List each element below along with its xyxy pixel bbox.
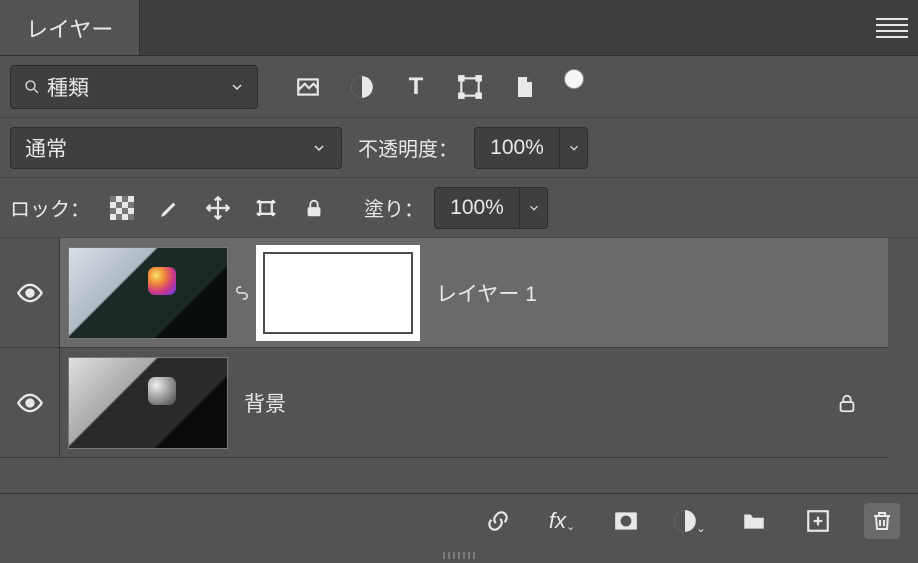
smartobject-filter-icon[interactable] [510, 73, 538, 101]
opacity-label: 不透明度： [358, 133, 458, 162]
fill-input[interactable]: 100% [434, 187, 520, 229]
layer-mask-thumbnail[interactable] [256, 245, 420, 341]
panel-tabbar: レイヤー [0, 0, 918, 56]
opacity-dropdown-button[interactable] [560, 127, 588, 169]
fill-dropdown-button[interactable] [520, 187, 548, 229]
lock-all-icon[interactable] [300, 194, 328, 222]
chevron-down-icon [229, 79, 245, 95]
resize-handle[interactable] [443, 552, 475, 559]
lock-position-icon[interactable] [204, 194, 232, 222]
tab-layers[interactable]: レイヤー [0, 0, 140, 55]
fill-label: 塗り： [364, 193, 424, 222]
layer-name[interactable]: 背景 [244, 388, 286, 418]
new-layer-icon[interactable] [800, 503, 836, 539]
filter-toggle[interactable] [564, 69, 584, 89]
layer-lock-icon[interactable] [836, 392, 858, 414]
fx-icon[interactable]: fx⌄ [544, 503, 580, 539]
layer-row[interactable]: 背景 [0, 348, 888, 458]
lock-artboard-icon[interactable] [252, 194, 280, 222]
link-layers-icon[interactable] [480, 503, 516, 539]
layer-thumbnail[interactable] [68, 247, 228, 339]
bottom-toolbar: fx⌄ ⌄ [0, 493, 918, 547]
lock-label: ロック： [10, 193, 90, 222]
tab-layers-label: レイヤー [26, 12, 113, 44]
kind-select-label: 種類 [47, 72, 89, 102]
blend-mode-label: 通常 [25, 133, 67, 163]
mask-link-icon[interactable] [228, 284, 256, 302]
search-icon [23, 78, 41, 96]
adjustment-filter-icon[interactable] [348, 73, 376, 101]
type-filter-icon[interactable]: T [402, 73, 430, 101]
blend-row: 通常 不透明度： 100% [0, 118, 918, 178]
layers-list: レイヤー 1 背景 [0, 238, 918, 458]
new-adjustment-icon[interactable]: ⌄ [672, 503, 708, 539]
chevron-down-icon [311, 140, 327, 156]
add-mask-icon[interactable] [608, 503, 644, 539]
layer-row[interactable]: レイヤー 1 [0, 238, 888, 348]
fill-group: 塗り： 100% [364, 187, 548, 229]
image-filter-icon[interactable] [294, 73, 322, 101]
kind-select[interactable]: 種類 [10, 65, 258, 109]
lock-paint-icon[interactable] [156, 194, 184, 222]
opacity-input[interactable]: 100% [474, 127, 560, 169]
delete-layer-icon[interactable] [864, 503, 900, 539]
filter-type-icons: T [294, 73, 584, 101]
shape-filter-icon[interactable] [456, 73, 484, 101]
new-group-icon[interactable] [736, 503, 772, 539]
layer-thumbnail[interactable] [68, 357, 228, 449]
lock-icons [108, 194, 328, 222]
visibility-toggle[interactable] [0, 238, 60, 347]
panel-footer: fx⌄ ⌄ [0, 461, 918, 563]
visibility-toggle[interactable] [0, 348, 60, 457]
panel-menu-icon[interactable] [876, 18, 908, 38]
blend-mode-select[interactable]: 通常 [10, 127, 342, 169]
layer-name[interactable]: レイヤー 1 [436, 278, 537, 308]
lock-transparency-icon[interactable] [108, 194, 136, 222]
lock-row: ロック： 塗り： 100% [0, 178, 918, 238]
filter-row: 種類 T [0, 56, 918, 118]
